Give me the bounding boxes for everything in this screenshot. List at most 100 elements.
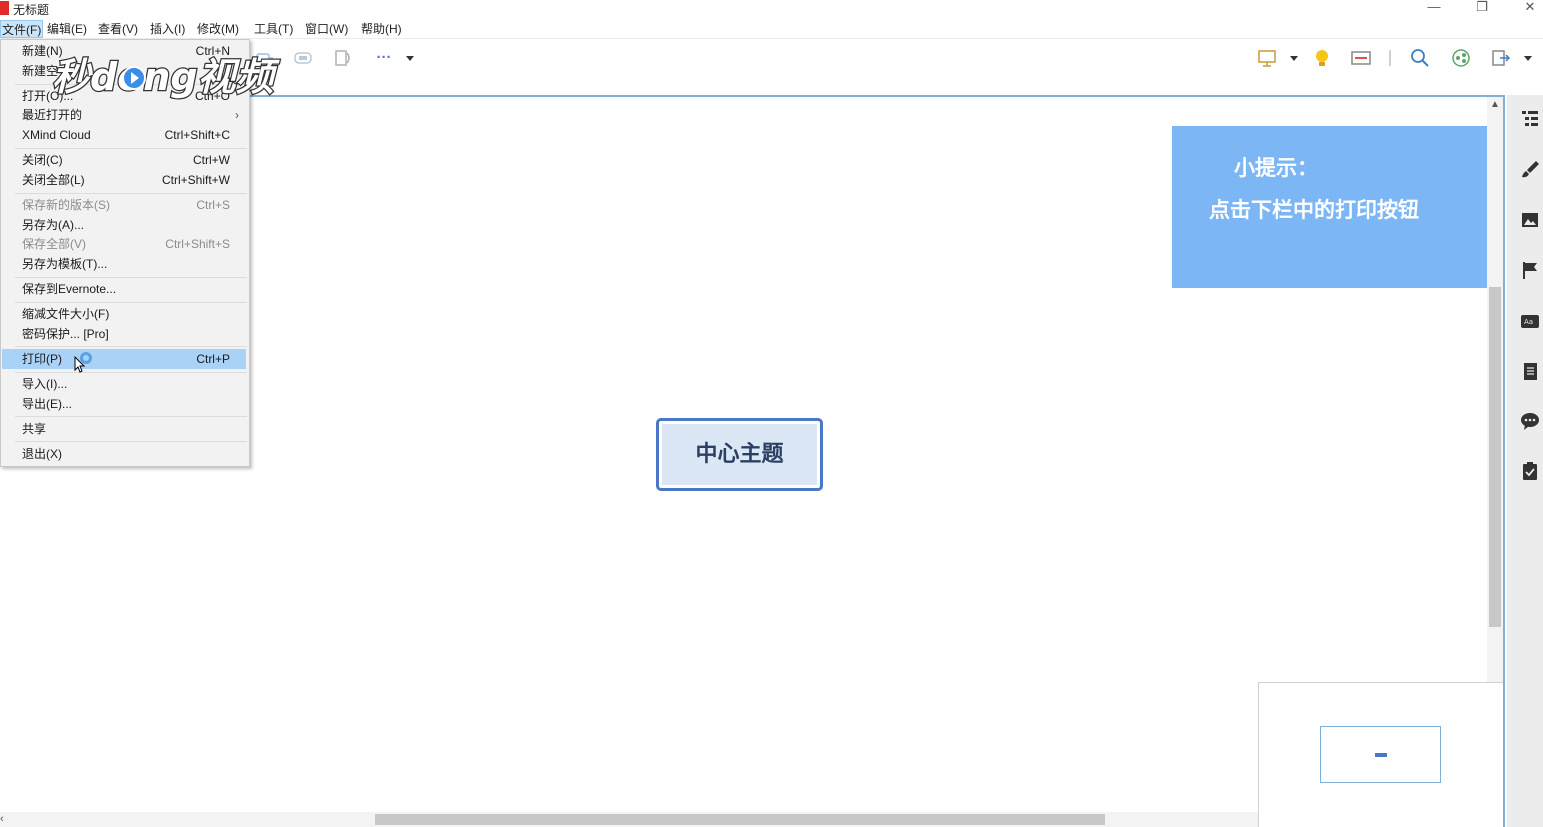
file-menu-reduce-size-label: 缩减文件大小(F) (22, 307, 110, 321)
menu-modify[interactable]: 修改(M) (196, 20, 240, 38)
file-menu-print-shortcut: Ctrl+P (196, 352, 230, 366)
summary-icon[interactable] (333, 48, 353, 68)
comment-icon[interactable] (1519, 410, 1541, 432)
image-icon[interactable] (1519, 209, 1541, 231)
title-bar: 无标题 — ❐ ✕ (0, 0, 1543, 18)
vertical-scroll-thumb[interactable] (1489, 287, 1501, 627)
file-menu-save-version-shortcut: Ctrl+S (196, 198, 230, 212)
file-menu-exit[interactable]: 退出(X) (2, 444, 246, 464)
menu-separator (15, 416, 247, 417)
menu-separator (15, 193, 247, 194)
file-menu-share[interactable]: 共享 (2, 419, 246, 439)
file-menu-close-label: 关闭(C) (22, 153, 63, 167)
outline-panel-icon[interactable] (1519, 107, 1541, 129)
file-menu-save-version-label: 保存新的版本(S) (22, 198, 110, 212)
marker-flag-icon[interactable] (1519, 259, 1541, 281)
share-icon[interactable] (1450, 48, 1472, 68)
menu-file[interactable]: 文件(F) (0, 20, 44, 38)
file-menu-recent[interactable]: 最近打开的 › (2, 105, 246, 125)
file-menu-export-label: 导出(E)... (22, 397, 72, 411)
idea-icon[interactable] (1311, 48, 1333, 68)
menu-separator (15, 302, 247, 303)
file-menu-save-as-template[interactable]: 另存为模板(T)... (2, 254, 246, 274)
menu-separator (15, 346, 247, 347)
central-topic[interactable]: 中心主题 (656, 418, 823, 491)
menu-separator (15, 148, 247, 149)
presentation-icon[interactable] (1256, 48, 1278, 68)
file-menu-xmind-cloud-label: XMind Cloud (22, 128, 91, 142)
window-title: 无标题 (13, 3, 50, 17)
toolbar-divider (1389, 50, 1391, 66)
file-menu-close-all-label: 关闭全部(L) (22, 173, 85, 187)
restore-button[interactable]: ❐ (1462, 0, 1502, 18)
menu-separator (15, 277, 247, 278)
file-menu-save-as-template-label: 另存为模板(T)... (22, 257, 108, 271)
file-menu-save-evernote[interactable]: 保存到Evernote... (2, 279, 246, 299)
file-menu-import[interactable]: 导入(I)... (2, 374, 246, 394)
horizontal-scroll-thumb[interactable] (375, 814, 1105, 825)
overview-viewport[interactable] (1320, 726, 1441, 783)
presentation-dropdown-icon[interactable] (1287, 48, 1301, 68)
menu-edit[interactable]: 编辑(E) (46, 20, 88, 38)
file-menu-import-label: 导入(I)... (22, 377, 68, 391)
submenu-arrow-icon: › (235, 108, 239, 122)
file-menu-save-all: 保存全部(V) Ctrl+Shift+S (2, 234, 246, 254)
file-menu-close-shortcut: Ctrl+W (193, 153, 230, 167)
file-menu-save-all-label: 保存全部(V) (22, 237, 86, 251)
file-menu-print-label: 打印(P) (22, 352, 62, 366)
menu-window[interactable]: 窗口(W) (304, 20, 349, 38)
menu-separator (15, 441, 247, 442)
task-icon[interactable] (1519, 460, 1541, 482)
menu-view[interactable]: 查看(V) (97, 20, 139, 38)
file-menu-save-evernote-label: 保存到Evernote... (22, 282, 117, 296)
watermark-logo: 秒dong视频 (50, 50, 285, 102)
file-menu-exit-label: 退出(X) (22, 447, 62, 461)
file-menu-dropdown: 新建(N) Ctrl+N 新建空 打开(O)... Ctrl+O 最近打开的 ›… (0, 39, 250, 467)
xmind-logo-icon (0, 1, 9, 15)
file-menu-save-as-label: 另存为(A)... (22, 218, 84, 232)
file-menu-close[interactable]: 关闭(C) Ctrl+W (2, 150, 246, 170)
file-menu-xmind-cloud-shortcut: Ctrl+Shift+C (164, 128, 230, 142)
scroll-left-icon[interactable]: ‹ (0, 812, 12, 827)
file-menu-xmind-cloud[interactable]: XMind Cloud Ctrl+Shift+C (2, 125, 246, 145)
overview-minimap[interactable] (1258, 682, 1503, 827)
file-menu-password[interactable]: 密码保护... [Pro] (2, 324, 246, 344)
menu-bar: 文件(F) 编辑(E) 查看(V) 插入(I) 修改(M) 工具(T) 窗口(W… (0, 18, 1543, 39)
more-icon[interactable]: ··· (373, 48, 395, 68)
tip-title: 小提示： (1234, 156, 1318, 180)
file-menu-recent-label: 最近打开的 (22, 108, 83, 122)
close-button[interactable]: ✕ (1510, 0, 1543, 18)
dropdown-icon[interactable] (403, 48, 417, 68)
mouse-cursor-icon (74, 356, 86, 373)
minimize-button[interactable]: — (1414, 0, 1454, 18)
file-menu-share-label: 共享 (22, 422, 47, 436)
file-menu-reduce-size[interactable]: 缩减文件大小(F) (2, 304, 246, 324)
file-menu-password-label: 密码保护... [Pro] (22, 327, 109, 341)
menu-tools[interactable]: 工具(T) (253, 20, 294, 38)
file-menu-save-version: 保存新的版本(S) Ctrl+S (2, 195, 246, 215)
scroll-up-icon[interactable]: ▲ (1487, 97, 1503, 113)
export-dropdown-icon[interactable] (1521, 48, 1535, 68)
tip-body: 点击下栏中的打印按钮 (1209, 198, 1419, 222)
zoom-icon[interactable] (1409, 48, 1431, 68)
svg-text:Aa: Aa (1524, 318, 1533, 326)
file-menu-export[interactable]: 导出(E)... (2, 394, 246, 414)
menu-separator (15, 372, 247, 373)
format-brush-icon[interactable] (1519, 158, 1541, 180)
boundary-icon[interactable] (293, 48, 313, 68)
file-menu-print[interactable]: 打印(P) Ctrl+P (2, 349, 246, 369)
file-menu-close-all-shortcut: Ctrl+Shift+W (161, 173, 230, 187)
central-topic-label: 中心主题 (695, 442, 784, 467)
file-menu-save-as[interactable]: 另存为(A)... (2, 215, 246, 235)
overview-topic-node (1375, 753, 1387, 757)
outline-icon[interactable] (1350, 48, 1372, 68)
notes-icon[interactable] (1519, 360, 1541, 382)
file-menu-close-all[interactable]: 关闭全部(L) Ctrl+Shift+W (2, 170, 246, 190)
export-icon[interactable] (1490, 48, 1512, 68)
file-menu-save-all-shortcut: Ctrl+Shift+S (165, 237, 230, 251)
tip-overlay: 小提示： 点击下栏中的打印按钮 (1172, 126, 1499, 288)
watermark-text: 秒dong视频 (52, 55, 281, 99)
menu-help[interactable]: 帮助(H) (360, 20, 403, 38)
menu-insert[interactable]: 插入(I) (149, 20, 186, 38)
font-icon[interactable]: Aa (1519, 310, 1541, 332)
